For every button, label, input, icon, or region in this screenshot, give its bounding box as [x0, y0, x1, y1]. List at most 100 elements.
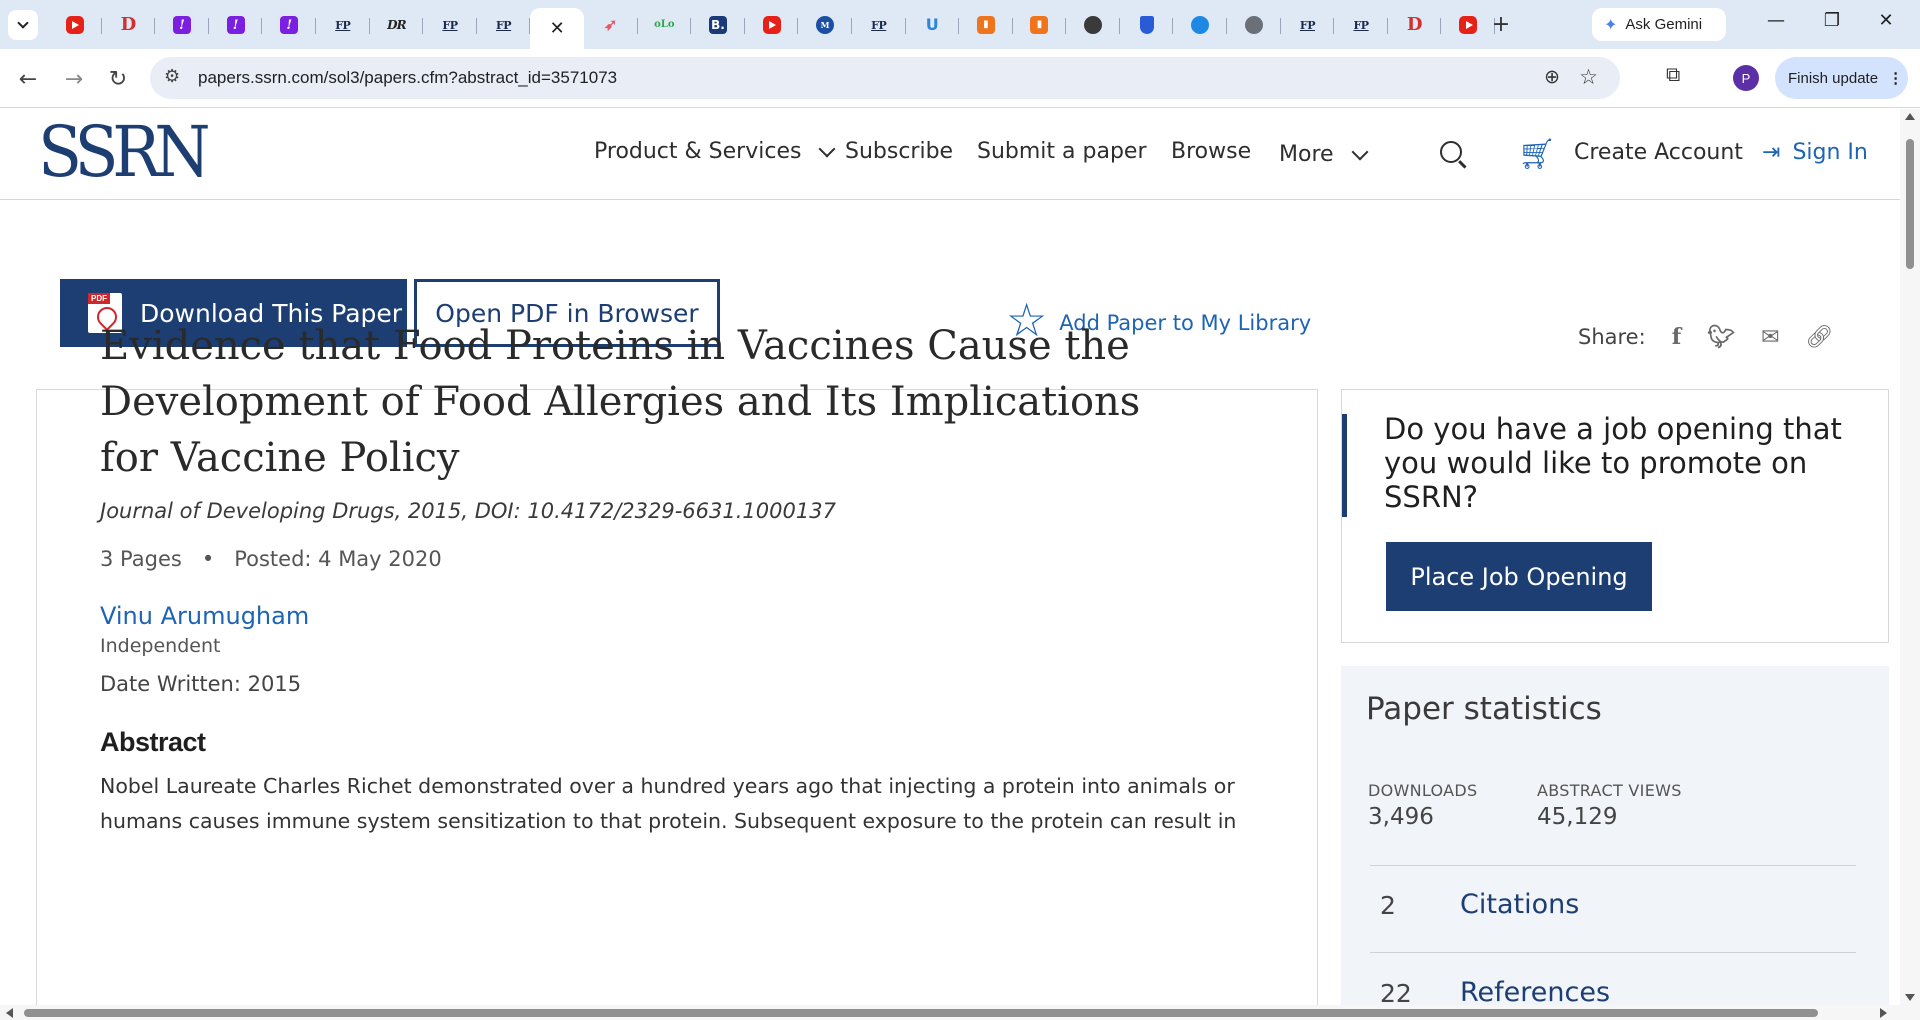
bird-icon: ➶ — [604, 15, 618, 34]
browser-tab[interactable]: DR — [370, 8, 424, 42]
browser-tab[interactable]: M — [798, 8, 852, 42]
youtube-icon — [65, 16, 84, 34]
browser-tab[interactable]: ! — [155, 8, 209, 42]
browser-tab[interactable]: oLo — [638, 8, 692, 42]
new-tab-button[interactable]: + — [1488, 12, 1514, 37]
close-window-icon[interactable]: ✕ — [1866, 10, 1906, 31]
place-job-button[interactable]: Place Job Opening — [1386, 542, 1652, 611]
sign-in-label: Sign In — [1792, 140, 1868, 165]
nav-subscribe[interactable]: Subscribe — [845, 139, 953, 164]
web-page: SSRN Product & Services Subscribe Submit… — [0, 109, 1900, 1005]
forward-arrow-icon[interactable]: → — [56, 61, 92, 97]
nav-products-services[interactable]: Product & Services — [594, 139, 836, 164]
downloads-label: DOWNLOADS — [1368, 781, 1478, 800]
d-icon: D — [1406, 14, 1423, 35]
extensions-puzzle-icon[interactable]: ⧉ — [1666, 62, 1680, 86]
restore-icon[interactable]: ❐ — [1812, 10, 1852, 31]
ssrn-logo[interactable]: SSRN — [38, 117, 211, 187]
references-count: 22 — [1380, 979, 1412, 1005]
search-icon[interactable] — [1440, 141, 1462, 163]
browser-tab[interactable]: U — [906, 8, 960, 42]
zoom-icon[interactable]: ⊕ — [1544, 66, 1560, 88]
purple-exclaim-icon: ! — [226, 16, 245, 34]
fp-icon: FP — [1299, 18, 1316, 32]
browser-tab[interactable]: ▮ — [1013, 8, 1067, 42]
olo-icon: oLo — [654, 19, 675, 30]
scroll-right-arrow-icon[interactable] — [1880, 1008, 1887, 1018]
browser-tab[interactable]: ▮ — [959, 8, 1013, 42]
purple-exclaim-icon: ! — [280, 16, 299, 34]
url-text[interactable]: papers.ssrn.com/sol3/papers.cfm?abstract… — [198, 68, 617, 88]
browser-tab[interactable]: FP — [1281, 8, 1335, 42]
close-icon[interactable]: ✕ — [550, 18, 565, 39]
horizontal-scroll-thumb[interactable] — [24, 1009, 1818, 1017]
scroll-left-arrow-icon[interactable] — [6, 1008, 13, 1018]
browser-tab[interactable]: ! — [209, 8, 263, 42]
back-arrow-icon[interactable]: ← — [10, 61, 46, 97]
ask-gemini-button[interactable]: ✦ Ask Gemini — [1592, 8, 1726, 41]
browser-tab[interactable]: ➶ — [584, 8, 638, 42]
browser-tab[interactable]: D — [1388, 8, 1442, 42]
ask-gemini-label: Ask Gemini — [1625, 16, 1703, 33]
browser-tab[interactable] — [745, 8, 799, 42]
stats-divider — [1370, 865, 1856, 866]
minimize-icon[interactable]: — — [1756, 10, 1796, 31]
more-vert-icon: ⋮ — [1888, 70, 1904, 87]
bookmark-star-icon[interactable]: ☆ — [1579, 65, 1598, 89]
horizontal-scrollbar[interactable] — [0, 1005, 1920, 1020]
twitter-icon[interactable]: 🐦︎ — [1707, 325, 1735, 350]
tab-search-button[interactable] — [8, 10, 38, 40]
browser-tab[interactable]: B. — [691, 8, 745, 42]
browser-tab[interactable] — [1173, 8, 1227, 42]
browser-tab[interactable]: ✕ — [530, 8, 584, 49]
scroll-up-arrow-icon[interactable] — [1905, 113, 1915, 120]
gemini-sparkle-icon: ✦ — [1604, 16, 1618, 34]
browser-tab-strip: D!!! FP DR FP FP ✕ ➶ oLo B. M FP U ▮ ▮ FP FP D + ✦ Ask G… — [0, 0, 1920, 49]
youtube-icon — [1459, 16, 1478, 34]
purple-exclaim-icon: ! — [172, 16, 191, 34]
browser-tab[interactable]: FP — [852, 8, 906, 42]
author-link[interactable]: Vinu Arumugham — [100, 602, 309, 630]
meta-separator: • — [201, 547, 215, 571]
posted-date: Posted: 4 May 2020 — [234, 547, 442, 571]
browser-tab[interactable] — [1441, 8, 1495, 42]
address-bar[interactable]: ⚙ papers.ssrn.com/sol3/papers.cfm?abstra… — [150, 57, 1620, 99]
nav-more[interactable]: More — [1279, 142, 1369, 167]
scroll-down-arrow-icon[interactable] — [1905, 994, 1915, 1001]
vertical-scroll-thumb[interactable] — [1906, 139, 1914, 269]
browser-tab[interactable]: ! — [262, 8, 316, 42]
browser-tab[interactable] — [1120, 8, 1174, 42]
abstract-views-value: 45,129 — [1537, 804, 1618, 830]
nav-browse[interactable]: Browse — [1171, 139, 1251, 164]
nav-submit-paper[interactable]: Submit a paper — [977, 139, 1147, 164]
browser-tab[interactable]: FP — [423, 8, 477, 42]
nav-products-label: Product & Services — [594, 139, 802, 164]
reload-icon[interactable]: ↻ — [100, 61, 136, 97]
email-icon[interactable]: ✉ — [1761, 325, 1779, 350]
browser-tab[interactable]: D — [102, 8, 156, 42]
browser-tab[interactable] — [1227, 8, 1281, 42]
fp-icon: FP — [1353, 18, 1370, 32]
site-info-icon[interactable]: ⚙ — [164, 66, 180, 87]
browser-tab[interactable]: FP — [316, 8, 370, 42]
finish-update-button[interactable]: Finish update ⋮ — [1775, 57, 1908, 99]
b-icon: B. — [708, 16, 727, 34]
sign-in-link[interactable]: ⇥ Sign In — [1762, 140, 1868, 165]
references-link[interactable]: References — [1460, 977, 1610, 1005]
vertical-scrollbar[interactable] — [1900, 109, 1920, 1005]
browser-tab[interactable]: FP — [477, 8, 531, 42]
cart-icon[interactable]: 🛒︎ — [1518, 137, 1556, 172]
facebook-icon[interactable]: f — [1672, 324, 1681, 350]
create-account-link[interactable]: Create Account — [1574, 140, 1743, 165]
citations-link[interactable]: Citations — [1460, 889, 1579, 920]
link-icon[interactable]: 🔗︎ — [1806, 325, 1834, 350]
share-bar: Share: f 🐦︎ ✉ 🔗︎ — [1578, 324, 1833, 350]
finish-update-label: Finish update — [1788, 69, 1879, 87]
fp-icon: FP — [871, 18, 887, 32]
browser-tab[interactable] — [1066, 8, 1120, 42]
browser-tab[interactable]: FP — [1334, 8, 1388, 42]
youtube-icon — [762, 16, 781, 34]
date-written: Date Written: 2015 — [100, 672, 302, 696]
browser-tab[interactable] — [48, 8, 102, 42]
profile-avatar[interactable]: P — [1733, 65, 1759, 91]
